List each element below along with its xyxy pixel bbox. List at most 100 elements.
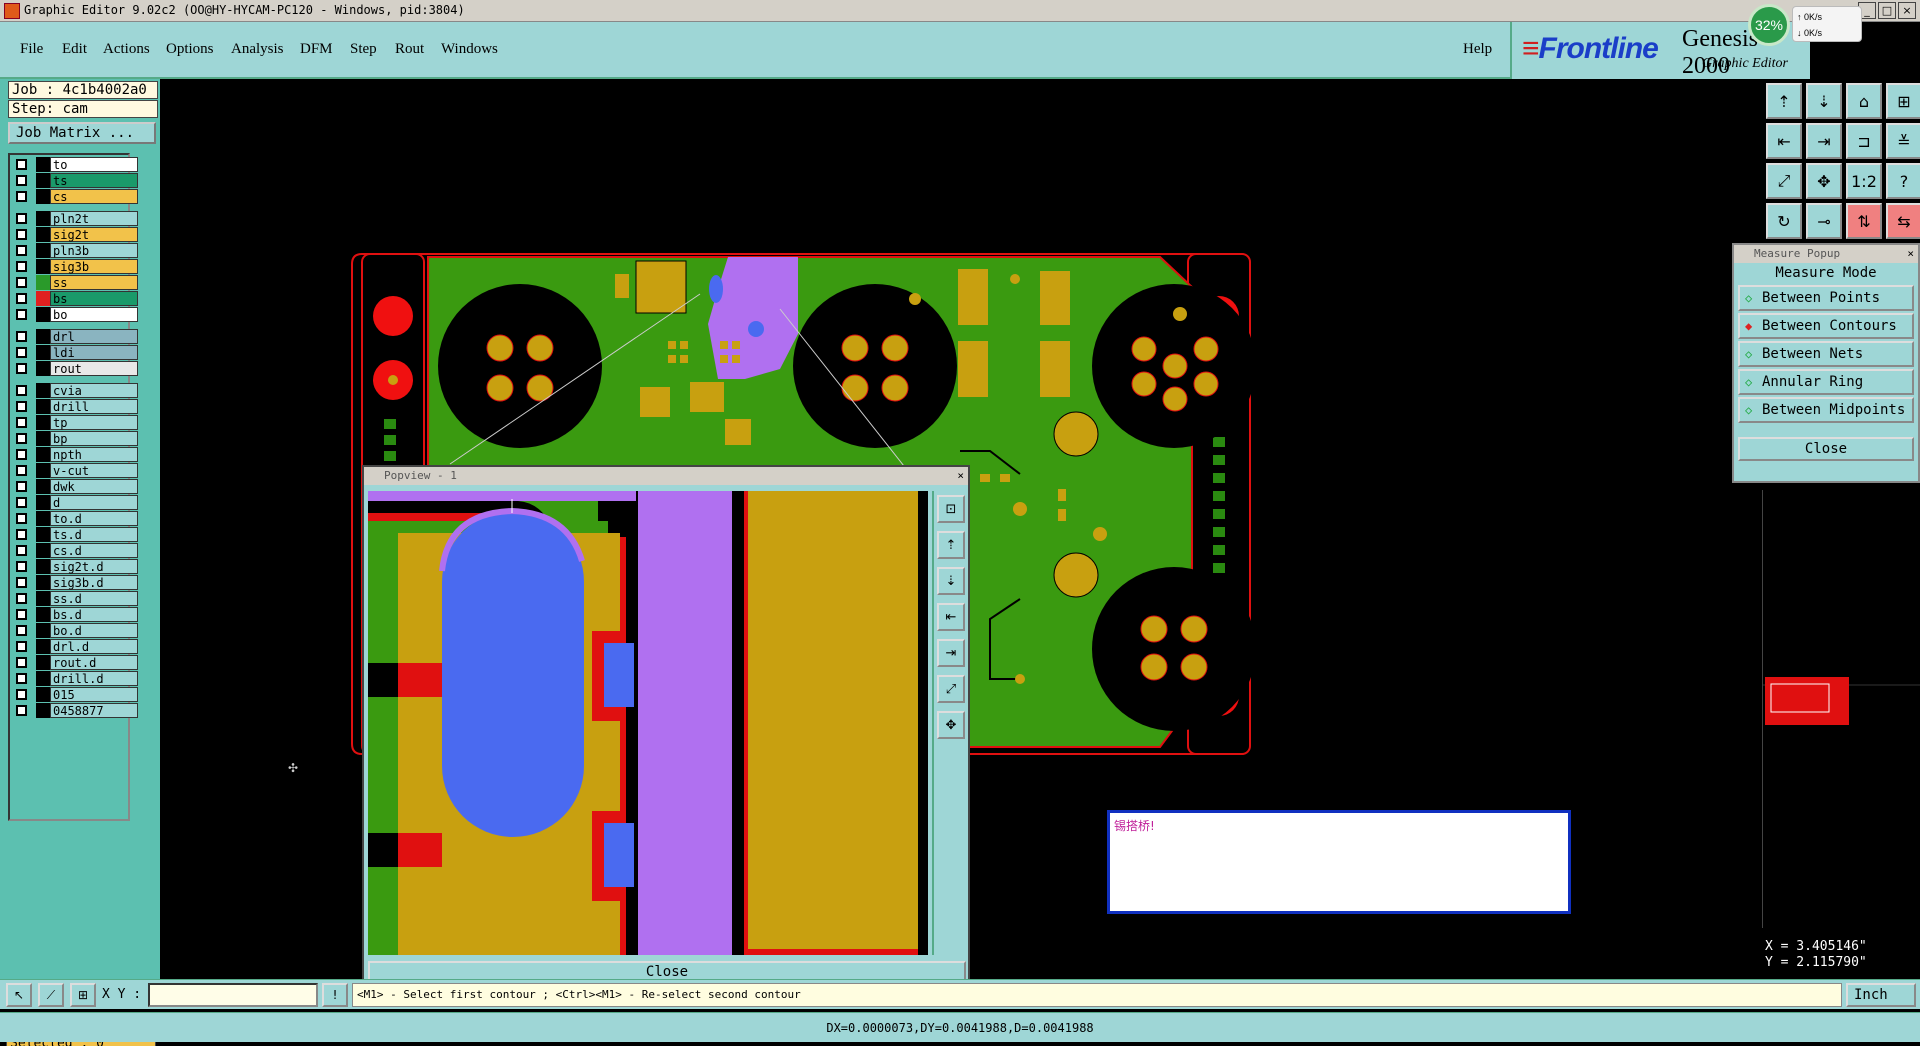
option-between-contours[interactable]: ◆ Between Contours	[1738, 313, 1914, 339]
menu-rout[interactable]: Rout	[395, 41, 424, 58]
layer-checkbox[interactable]	[16, 245, 27, 256]
layer-row-drill[interactable]: drill	[12, 399, 138, 414]
layer-checkbox[interactable]	[16, 609, 27, 620]
layer-row-sig3b.d[interactable]: sig3b.d	[12, 575, 138, 590]
layer-row-pln3b[interactable]: pln3b	[12, 243, 138, 258]
layer-checkbox[interactable]	[16, 561, 27, 572]
close-window-button[interactable]: ×	[1898, 2, 1916, 19]
measure-close-x-icon[interactable]: ×	[1907, 245, 1914, 262]
layer-checkbox[interactable]	[16, 465, 27, 476]
select-tool-icon[interactable]: ↖	[6, 983, 32, 1007]
layer-row-015[interactable]: 015	[12, 687, 138, 702]
menu-file[interactable]: File	[20, 41, 43, 58]
option-between-points[interactable]: ◇ Between Points	[1738, 285, 1914, 311]
layer-row-bp[interactable]: bp	[12, 431, 138, 446]
layer-checkbox[interactable]	[16, 159, 27, 170]
rotate-icon[interactable]: ↻	[1766, 203, 1802, 239]
layer-row-to[interactable]: to	[12, 157, 138, 172]
layer-checkbox[interactable]	[16, 641, 27, 652]
layer-row-npth[interactable]: npth	[12, 447, 138, 462]
pan-left-icon[interactable]: ⇤	[1766, 123, 1802, 159]
pv-up-icon[interactable]: ⇡	[937, 531, 965, 559]
measure-active-icon[interactable]: ⇅	[1846, 203, 1882, 239]
layer-checkbox[interactable]	[16, 481, 27, 492]
zoom-home-icon[interactable]: ⇡	[1766, 83, 1802, 119]
option-between-midpoints[interactable]: ◇ Between Midpoints	[1738, 397, 1914, 423]
layer-checkbox[interactable]	[16, 545, 27, 556]
layer-checkbox[interactable]	[16, 529, 27, 540]
menu-help[interactable]: Help	[1463, 41, 1492, 58]
layer-row-bo[interactable]: bo	[12, 307, 138, 322]
menu-windows[interactable]: Windows	[441, 41, 498, 58]
layer-checkbox[interactable]	[16, 213, 27, 224]
pv-fit-icon[interactable]: ⤢	[937, 675, 965, 703]
layer-row-cs.d[interactable]: cs.d	[12, 543, 138, 558]
layer-row-rout.d[interactable]: rout.d	[12, 655, 138, 670]
layer-row-cs[interactable]: cs	[12, 189, 138, 204]
layer-checkbox[interactable]	[16, 625, 27, 636]
zoom-center-icon[interactable]: ✥	[1806, 163, 1842, 199]
layer-checkbox[interactable]	[16, 513, 27, 524]
layer-row-ldi[interactable]: ldi	[12, 345, 138, 360]
menu-analysis[interactable]: Analysis	[231, 41, 284, 58]
grid-tool-icon[interactable]: ⊞	[70, 983, 96, 1007]
pv-center-icon[interactable]: ✥	[937, 711, 965, 739]
snap-icon[interactable]: ≚	[1886, 123, 1920, 159]
layer-row-ss[interactable]: ss	[12, 275, 138, 290]
layer-row-ts[interactable]: ts	[12, 173, 138, 188]
layer-checkbox[interactable]	[16, 401, 27, 412]
layer-checkbox[interactable]	[16, 293, 27, 304]
layer-row-0458877[interactable]: 0458877	[12, 703, 138, 718]
layer-row-dwk[interactable]: dwk	[12, 479, 138, 494]
layer-checkbox[interactable]	[16, 433, 27, 444]
layer-row-pln2t[interactable]: pln2t	[12, 211, 138, 226]
zoom-down-icon[interactable]: ⇣	[1806, 83, 1842, 119]
scale-1-2-icon[interactable]: 1:2	[1846, 163, 1882, 199]
layer-row-sig2t.d[interactable]: sig2t.d	[12, 559, 138, 574]
layer-checkbox[interactable]	[16, 309, 27, 320]
mirror-icon[interactable]: ⊐	[1846, 123, 1882, 159]
layer-row-to.d[interactable]: to.d	[12, 511, 138, 526]
layer-row-bo.d[interactable]: bo.d	[12, 623, 138, 638]
layer-checkbox[interactable]	[16, 347, 27, 358]
layer-checkbox[interactable]	[16, 497, 27, 508]
layer-checkbox[interactable]	[16, 191, 27, 202]
layer-checkbox[interactable]	[16, 417, 27, 428]
option-annular-ring[interactable]: ◇ Annular Ring	[1738, 369, 1914, 395]
layer-row-ts.d[interactable]: ts.d	[12, 527, 138, 542]
layer-checkbox[interactable]	[16, 657, 27, 668]
layer-checkbox[interactable]	[16, 577, 27, 588]
layer-checkbox[interactable]	[16, 673, 27, 684]
layer-checkbox[interactable]	[16, 229, 27, 240]
layer-checkbox[interactable]	[16, 175, 27, 186]
layer-row-bs[interactable]: bs	[12, 291, 138, 306]
measure-icon[interactable]: ⊸	[1806, 203, 1842, 239]
line-tool-icon[interactable]: ⟋	[38, 983, 64, 1007]
layer-checkbox[interactable]	[16, 385, 27, 396]
layer-checkbox[interactable]	[16, 689, 27, 700]
menu-actions[interactable]: Actions	[103, 41, 150, 58]
layer-row-v-cut[interactable]: v-cut	[12, 463, 138, 478]
pan-right-icon[interactable]: ⇥	[1806, 123, 1842, 159]
layer-checkbox[interactable]	[16, 449, 27, 460]
measure-close-button[interactable]: Close	[1738, 437, 1914, 461]
net-measure-icon[interactable]: ⇆	[1886, 203, 1920, 239]
pv-right-icon[interactable]: ⇥	[937, 639, 965, 667]
zoom-fit-icon[interactable]: ⤢	[1766, 163, 1802, 199]
layer-row-sig2t[interactable]: sig2t	[12, 227, 138, 242]
maximize-button[interactable]: □	[1878, 2, 1896, 19]
job-matrix-button[interactable]: Job Matrix ...	[8, 122, 156, 144]
pv-left-icon[interactable]: ⇤	[937, 603, 965, 631]
popview-canvas[interactable]	[368, 491, 928, 955]
info-icon[interactable]: !	[322, 983, 348, 1007]
xy-input[interactable]	[148, 983, 318, 1007]
menu-options[interactable]: Options	[166, 41, 214, 58]
help-icon[interactable]: ?	[1886, 163, 1920, 199]
grid-icon[interactable]: ⊞	[1886, 83, 1920, 119]
layer-checkbox[interactable]	[16, 705, 27, 716]
menu-step[interactable]: Step	[350, 41, 377, 58]
pv-zoom-icon[interactable]: ⊡	[937, 495, 965, 523]
layer-row-ss.d[interactable]: ss.d	[12, 591, 138, 606]
home-icon[interactable]: ⌂	[1846, 83, 1882, 119]
layer-row-drl[interactable]: drl	[12, 329, 138, 344]
